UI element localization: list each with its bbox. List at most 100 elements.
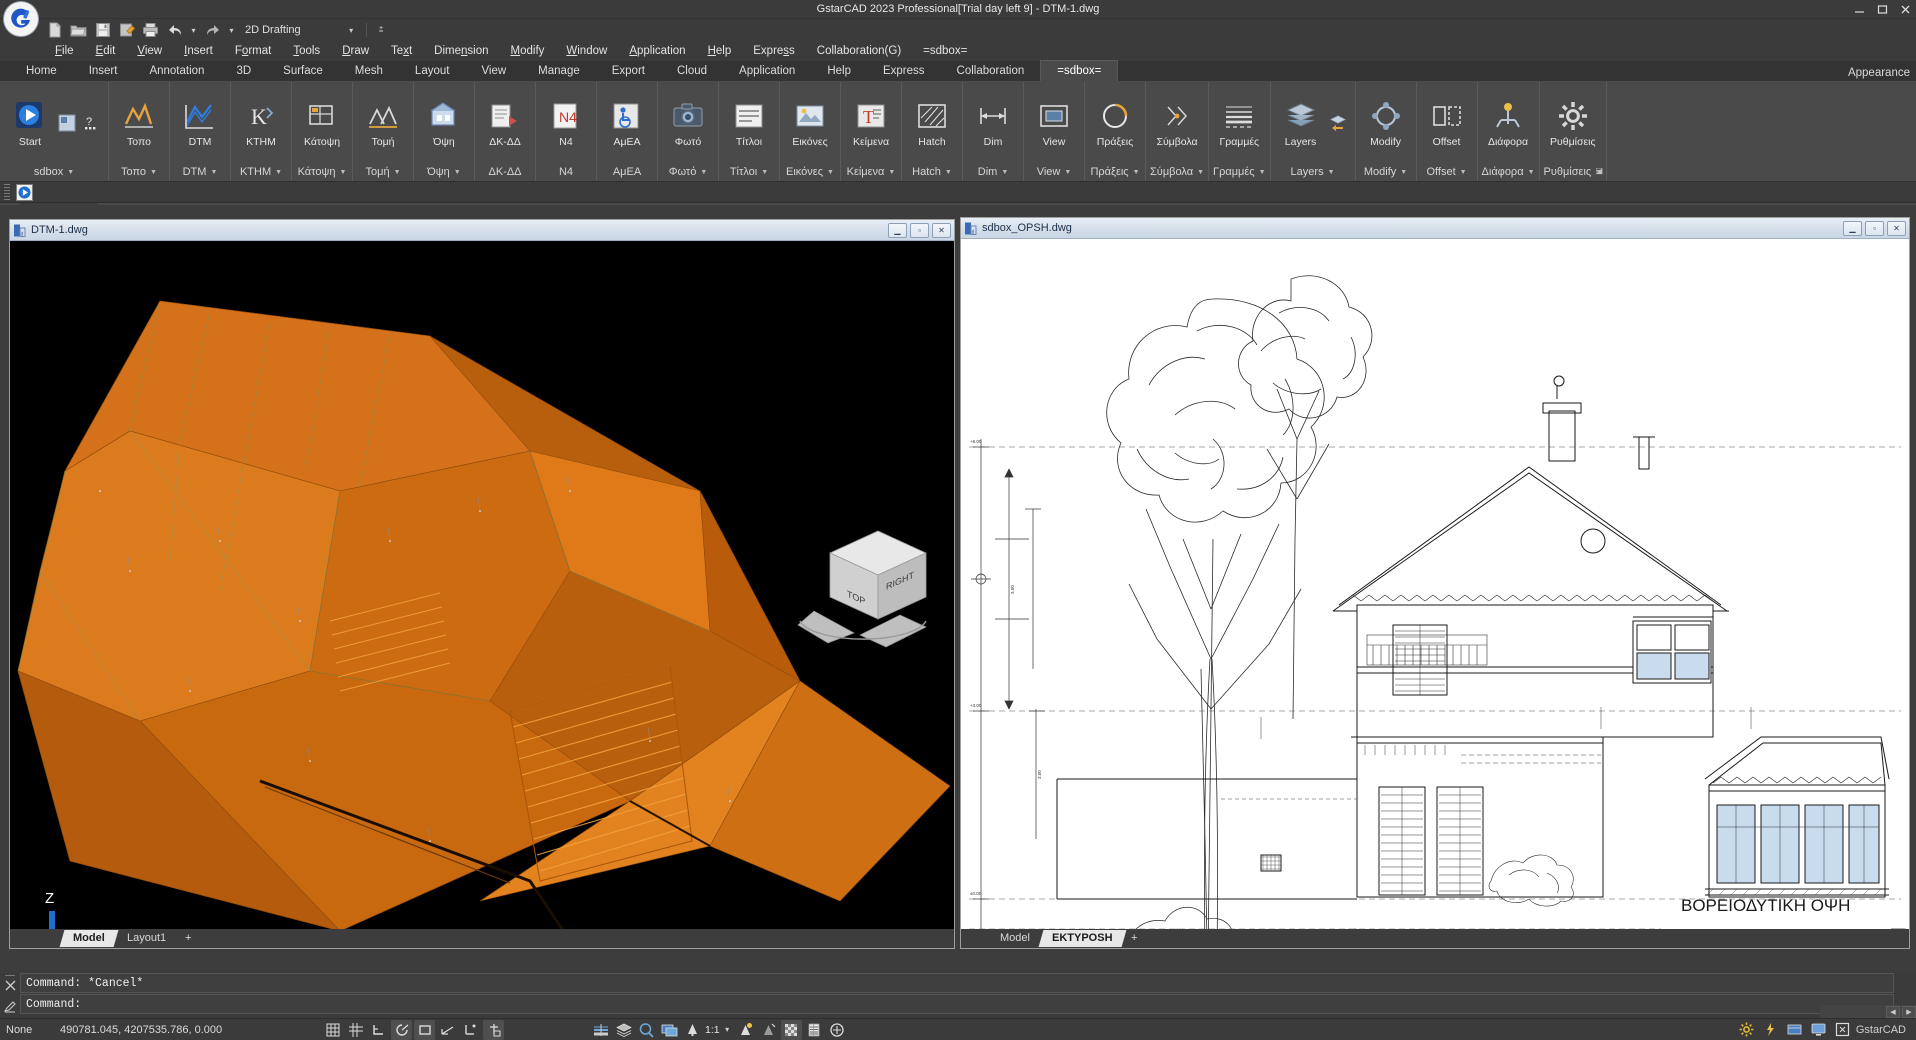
undo-dropdown-icon[interactable]: ▾ (188, 20, 199, 40)
ribbon-button-start[interactable]: Start (6, 95, 54, 152)
menu-item-sdbox[interactable]: =sdbox= (912, 41, 978, 61)
chevron-down-icon[interactable]: ▼ (210, 164, 217, 181)
panel-label-dim[interactable]: Dim ▼ (963, 164, 1023, 181)
menu-item-insert[interactable]: Insert (173, 41, 224, 61)
annotation-visibility-icon[interactable] (735, 1020, 756, 1040)
chevron-down-icon[interactable]: ▼ (1400, 164, 1407, 181)
chevron-down-icon[interactable]: ▼ (1528, 164, 1535, 181)
workspace-selector-label[interactable]: 2D Drafting (245, 24, 301, 36)
monitor-icon[interactable] (1808, 1020, 1829, 1040)
panel-label-κάτοψη[interactable]: Κάτοψη ▼ (292, 164, 352, 181)
panel-label-φωτό[interactable]: Φωτό ▼ (658, 164, 718, 181)
ribbon-tab-3d[interactable]: 3D (220, 61, 267, 81)
lineweight-icon[interactable] (590, 1020, 611, 1040)
ribbon-button-πράξεις[interactable]: Πράξεις (1091, 95, 1139, 152)
menu-item-application[interactable]: Application (618, 41, 696, 61)
ribbon-button-τοπο[interactable]: Τοπο (115, 95, 163, 152)
grid-display-icon[interactable] (345, 1020, 366, 1040)
settings-gear-icon[interactable] (1736, 1020, 1757, 1040)
ribbon-tab-layout[interactable]: Layout (399, 61, 466, 81)
chevron-down-icon[interactable]: ▼ (827, 164, 834, 181)
ribbon-tab-sdbox[interactable]: =sdbox= (1040, 60, 1119, 81)
command-horizontal-scrollbar[interactable]: ◀ ▶ (1820, 1005, 1916, 1018)
hardware-accel-icon[interactable] (1760, 1020, 1781, 1040)
ribbon-tab-annotation[interactable]: Annotation (133, 61, 220, 81)
ribbon-button-δκ-δδ[interactable]: ΔΚ-ΔΔ (481, 95, 529, 152)
ribbon-button-dim[interactable]: Dim (969, 95, 1017, 152)
layer-prev-icon[interactable] (1327, 112, 1349, 134)
annotation-scale-icon[interactable] (682, 1020, 703, 1040)
command-edit-icon[interactable] (3, 1000, 17, 1018)
close-icon[interactable] (1899, 3, 1912, 16)
layout-tab-[interactable]: + (175, 930, 202, 947)
menu-item-file[interactable]: File (44, 41, 85, 61)
viewport-icon[interactable] (659, 1020, 680, 1040)
ribbon-tab-surface[interactable]: Surface (267, 61, 339, 81)
scroll-right-icon[interactable]: ▶ (1902, 1005, 1916, 1018)
maximize-icon[interactable] (1876, 3, 1889, 16)
ribbon-button-dtm[interactable]: DTM (176, 95, 224, 152)
chevron-down-icon[interactable]: ▼ (1197, 164, 1204, 181)
chevron-down-icon[interactable]: ▼ (1133, 164, 1140, 181)
menu-item-modify[interactable]: Modify (500, 41, 556, 61)
chevron-down-icon[interactable]: ▼ (700, 164, 707, 181)
object-snap-icon[interactable] (414, 1019, 435, 1040)
ribbon-tab-manage[interactable]: Manage (522, 61, 596, 81)
dynamic-input-icon[interactable] (483, 1019, 504, 1040)
menu-item-help[interactable]: Help (697, 41, 743, 61)
panel-label-view[interactable]: View ▼ (1024, 164, 1084, 181)
dwg-maximize-icon[interactable]: ▫ (910, 222, 929, 238)
menu-item-text[interactable]: Text (380, 41, 423, 61)
scale-dropdown-icon[interactable]: ▾ (722, 1020, 733, 1040)
chevron-down-icon[interactable]: ▼ (394, 164, 401, 181)
ribbon-button-διάφορα[interactable]: Διάφορα (1484, 95, 1532, 152)
panel-label-modify[interactable]: Modify ▼ (1356, 164, 1416, 181)
chevron-down-icon[interactable]: ▼ (339, 164, 346, 181)
undo-icon[interactable] (164, 20, 185, 40)
dwg2-minimize-icon[interactable]: ▁ (1843, 220, 1862, 236)
command-close-icon[interactable] (4, 979, 17, 997)
ribbon-button-αμεα[interactable]: ΑμΕΑ (603, 95, 651, 152)
ribbon-tab-export[interactable]: Export (596, 61, 661, 81)
selection-cycling-icon[interactable] (827, 1020, 848, 1040)
ribbon-button-κείμενα[interactable]: T Κείμενα (847, 95, 895, 152)
chevron-down-icon[interactable]: ▼ (888, 164, 895, 181)
menu-item-draw[interactable]: Draw (331, 41, 380, 61)
redo-icon[interactable] (202, 20, 223, 40)
chevron-down-icon[interactable]: ▼ (1328, 164, 1335, 181)
command-input-line[interactable]: Command: (20, 994, 1894, 1014)
redo-dropdown-icon[interactable]: ▾ (226, 20, 237, 40)
ribbon-tab-express[interactable]: Express (867, 61, 941, 81)
chevron-down-icon[interactable]: ▼ (945, 164, 952, 181)
ribbon-tab-help[interactable]: Help (811, 61, 867, 81)
layers-stack-icon[interactable] (613, 1020, 634, 1040)
ribbon-button-modify[interactable]: Modify (1362, 95, 1410, 152)
scroll-left-icon[interactable]: ◀ (1886, 1005, 1900, 1018)
panel-label-ρυθμίσεις[interactable]: Ρυθμίσεις ▼ ◪ (1540, 164, 1607, 181)
menu-item-collaboration-g[interactable]: Collaboration(G) (806, 41, 912, 61)
coordinate-readout[interactable]: 490781.045, 4207535.786, 0.000 (60, 1024, 310, 1036)
menu-item-tools[interactable]: Tools (282, 41, 331, 61)
ribbon-button-σύμβολα[interactable]: Σύμβολα (1153, 95, 1201, 152)
layout-tab-[interactable]: + (1121, 930, 1148, 947)
object-snap-tracking-icon[interactable] (437, 1020, 458, 1040)
ribbon-button-φωτό[interactable]: Φωτό (664, 95, 712, 152)
dwg2-close-icon[interactable]: ✕ (1887, 220, 1906, 236)
menu-item-express[interactable]: Express (742, 41, 806, 61)
dwg-minimize-icon[interactable]: ▁ (888, 222, 907, 238)
panel-label-kthm[interactable]: KTHM ▼ (231, 164, 291, 181)
chevron-down-icon[interactable]: ▼ (454, 164, 461, 181)
command-grip[interactable] (5, 975, 15, 976)
ribbon-button-layers[interactable]: Layers (1277, 95, 1325, 152)
window-icon[interactable] (56, 112, 78, 134)
panel-label-διάφορα[interactable]: Διάφορα ▼ (1478, 164, 1539, 181)
ribbon-button-τομή[interactable]: Τομή (359, 95, 407, 152)
ribbon-button-γραμμές[interactable]: Γραμμές (1215, 95, 1263, 152)
auto-scale-icon[interactable] (758, 1020, 779, 1040)
workspace-dropdown-icon[interactable]: ▾ (346, 20, 357, 40)
menu-item-format[interactable]: Format (224, 41, 282, 61)
menu-item-edit[interactable]: Edit (85, 41, 127, 61)
chevron-down-icon[interactable]: ▼ (761, 164, 768, 181)
panel-label-hatch[interactable]: Hatch ▼ (902, 164, 962, 181)
polar-tracking-icon[interactable] (391, 1019, 412, 1040)
